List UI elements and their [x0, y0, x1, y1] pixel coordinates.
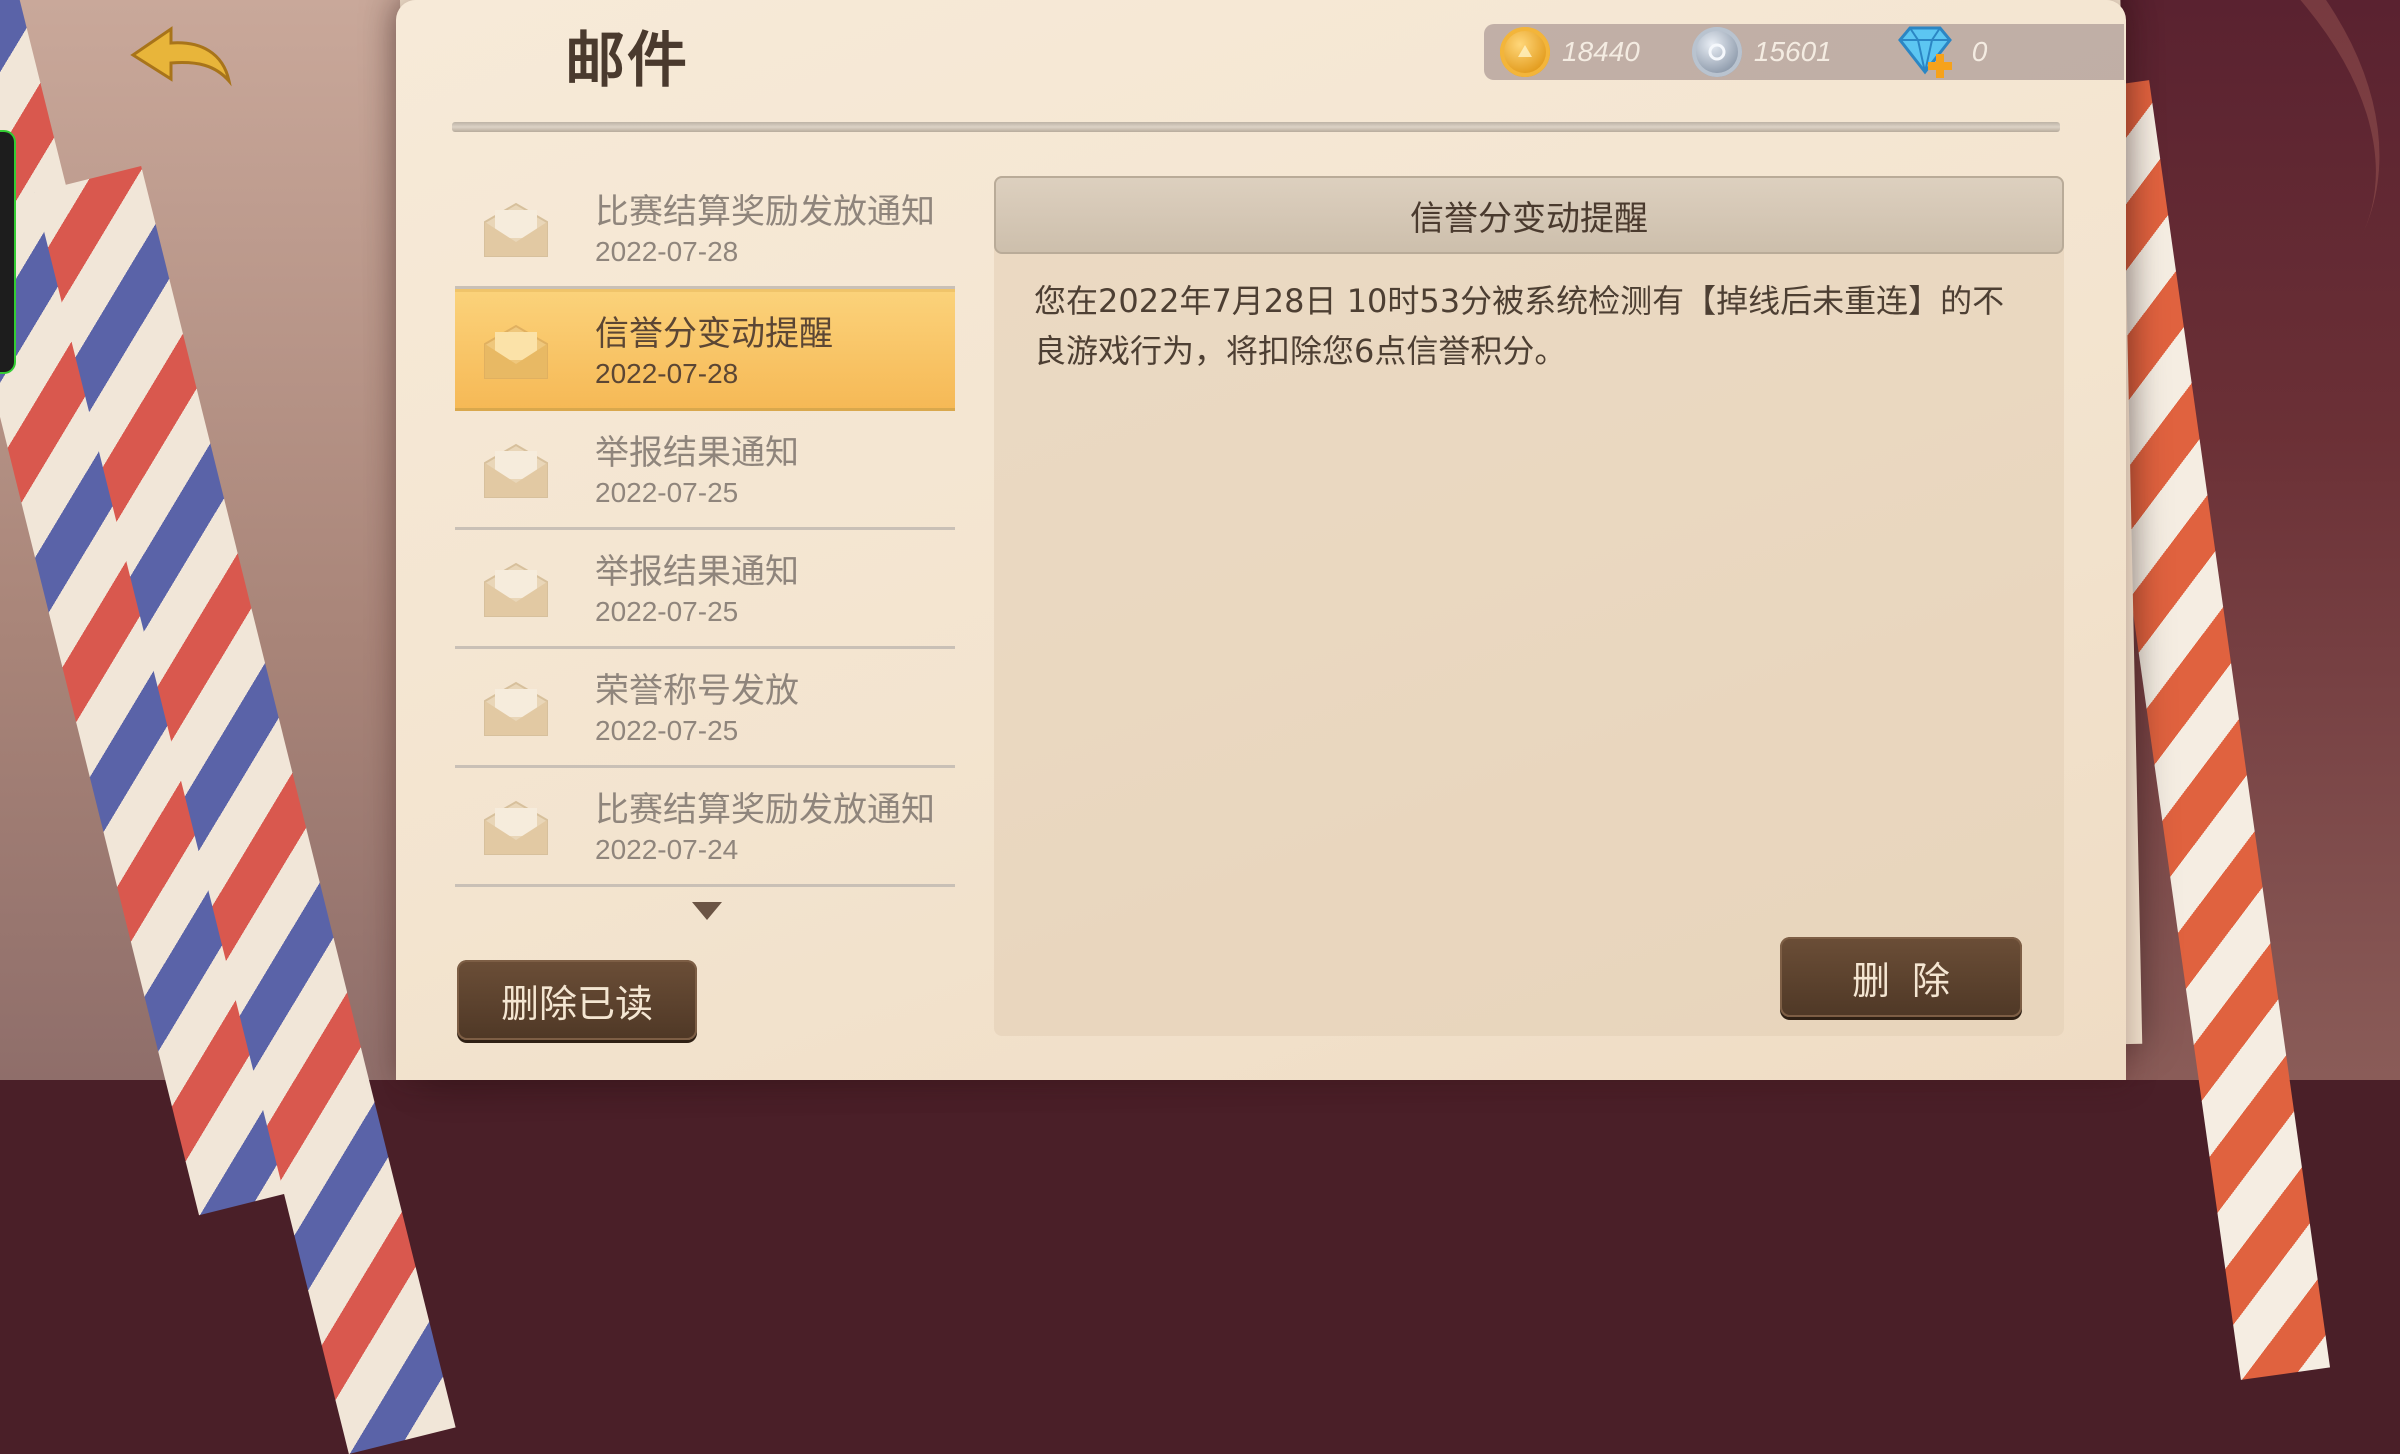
mail-list-item[interactable]: 比赛结算奖励发放通知 2022-07-28 [455, 170, 955, 289]
mail-list[interactable]: 比赛结算奖励发放通知 2022-07-28 信誉分变动提醒 2022-07-28… [455, 170, 955, 887]
mail-list-item[interactable]: 举报结果通知 2022-07-25 [455, 411, 955, 530]
gold-currency: 18440 [1500, 27, 1640, 77]
delete-button[interactable]: 删除 [1780, 937, 2022, 1017]
gold-coin-icon [1500, 27, 1550, 77]
mail-list-item[interactable]: 比赛结算奖励发放通知 2022-07-24 [455, 768, 955, 887]
currency-bar: 18440 15601 0 [1484, 24, 2124, 80]
silver-coin-icon [1691, 27, 1742, 77]
mail-list-item-selected[interactable]: 信誉分变动提醒 2022-07-28 [455, 289, 955, 411]
mail-date: 2022-07-28 [595, 236, 739, 267]
back-arrow-icon [130, 26, 232, 87]
screen-edge [0, 130, 16, 374]
envelope-icon [484, 800, 548, 855]
scroll-down-arrow-icon[interactable] [692, 902, 722, 920]
mail-date: 2022-07-28 [595, 358, 739, 389]
mail-detail-body: 您在2022年7月28日 10时53分被系统检测有【掉线后未重连】的不良游戏行为… [1034, 282, 2005, 370]
envelope-icon [484, 202, 548, 257]
silver-currency: 15601 [1691, 27, 1832, 77]
mail-title: 荣誉称号发放 [595, 671, 799, 711]
mail-date: 2022-07-25 [595, 477, 739, 508]
mail-title: 举报结果通知 [595, 433, 799, 473]
diamond-add-icon[interactable] [1894, 24, 1960, 80]
gem-currency[interactable]: 0 [1894, 24, 1988, 80]
mail-title: 比赛结算奖励发放通知 [595, 790, 935, 830]
mail-title: 举报结果通知 [595, 552, 799, 592]
envelope-icon [484, 562, 548, 617]
mail-date: 2022-07-25 [595, 596, 739, 627]
mail-title: 信誉分变动提醒 [595, 314, 833, 354]
mail-date: 2022-07-25 [595, 715, 739, 746]
delete-read-button[interactable]: 删除已读 [457, 960, 697, 1040]
envelope-icon [484, 443, 548, 498]
envelope-icon [484, 324, 548, 379]
mail-detail-panel: 信誉分变动提醒 您在2022年7月28日 10时53分被系统检测有【掉线后未重连… [994, 176, 2064, 1036]
mail-list-item[interactable]: 举报结果通知 2022-07-25 [455, 530, 955, 649]
header-divider [452, 122, 2060, 132]
back-button[interactable] [120, 18, 240, 98]
envelope-icon [484, 681, 548, 736]
mail-list-item[interactable]: 荣誉称号发放 2022-07-25 [455, 649, 955, 768]
mail-date: 2022-07-24 [595, 834, 739, 865]
gold-amount: 18440 [1562, 36, 1640, 67]
silver-amount: 15601 [1753, 36, 1832, 67]
mail-detail-title: 信誉分变动提醒 [994, 176, 2064, 254]
page-title: 邮件 [565, 26, 689, 96]
mail-title: 比赛结算奖励发放通知 [595, 192, 935, 232]
gem-amount: 0 [1971, 36, 1988, 67]
